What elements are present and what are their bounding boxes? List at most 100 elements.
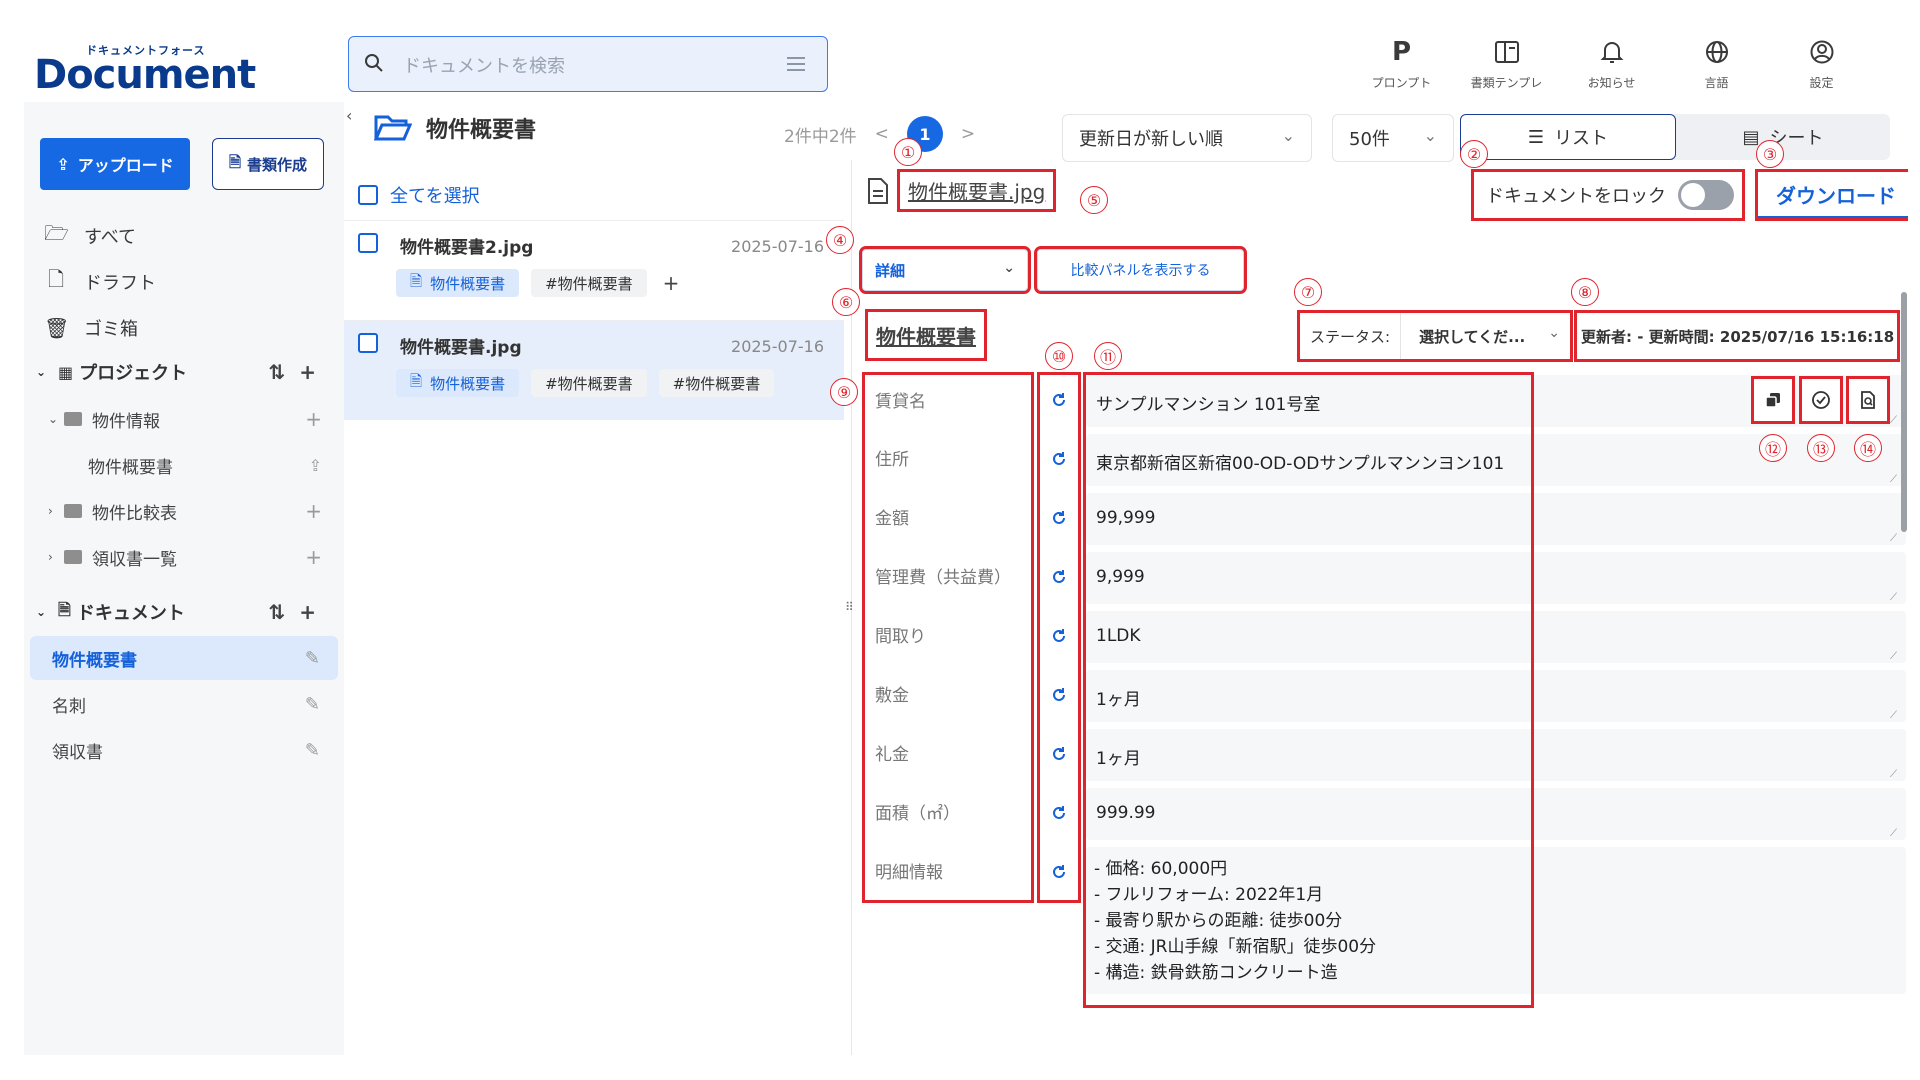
sidebar-item-label: ゴミ箱 (84, 319, 138, 340)
language-button[interactable]: 言語 (1664, 30, 1769, 100)
select-all-checkbox[interactable] (358, 185, 378, 205)
item-checkbox[interactable] (358, 233, 378, 253)
file-name[interactable]: 物件概要書.jpg (896, 169, 1057, 212)
tag-hashtag[interactable]: #物件概要書 (531, 269, 647, 297)
document-item-business-card[interactable]: 名刺 ✎ (30, 682, 338, 726)
next-page-button[interactable]: > (961, 124, 975, 144)
sort-add-icons[interactable]: ⇅+ (268, 360, 330, 384)
project-item-property-comparison[interactable]: › 物件比較表 + (24, 491, 344, 531)
refresh-icon[interactable] (1050, 804, 1068, 822)
document-item-receipt[interactable]: 領収書 ✎ (30, 728, 338, 772)
lock-switch[interactable] (1678, 180, 1734, 210)
resize-grip-icon[interactable]: ⟋ (1890, 415, 1900, 426)
sidebar-item-trash[interactable]: 🗑 ゴミ箱 (24, 306, 344, 350)
field-value-input[interactable]: 1ヶ月 (1096, 744, 1141, 769)
collapse-sidebar-icon[interactable]: ‹ (346, 106, 364, 134)
refresh-icon[interactable] (1050, 627, 1068, 645)
list-icon: ☰ (1527, 126, 1545, 148)
document-item-label: 領収書 (52, 742, 103, 763)
field-value-input[interactable]: 99,999 (1096, 508, 1155, 528)
notifications-button[interactable]: お知らせ (1559, 30, 1664, 100)
field-value-input[interactable]: 1ヶ月 (1096, 685, 1141, 710)
project-section-header[interactable]: ⌄ ▦ プロジェクト ⇅+ (24, 352, 344, 392)
upload-icon[interactable]: ⇪ (309, 456, 322, 475)
tag-document-type[interactable]: 🗎 物件概要書 (396, 269, 520, 297)
field-value-input[interactable]: 9,999 (1096, 567, 1145, 587)
sort-select[interactable]: 更新日が新しい順 ⌄ (1062, 114, 1312, 162)
folder-header: 物件概要書 (374, 112, 536, 144)
edit-icon[interactable]: ✎ (305, 694, 320, 715)
search-bar[interactable]: ドキュメントを検索 (348, 36, 828, 92)
view-list-tab[interactable]: ☰ リスト (1460, 114, 1676, 160)
refresh-icon[interactable] (1050, 686, 1068, 704)
list-item[interactable]: 物件概要書.jpg 2025-07-16 🗎 物件概要書 #物件概要書 #物件概要… (344, 320, 844, 420)
field-value-input[interactable]: 999.99 (1096, 803, 1155, 823)
prompt-button[interactable]: P プロンプト (1349, 30, 1454, 100)
chevron-down-icon: ⌄ (1423, 126, 1437, 145)
tag-hashtag[interactable]: #物件概要書 (658, 369, 775, 397)
resize-grip-icon[interactable]: ⟋ (1890, 533, 1900, 544)
detail-view-select[interactable]: 詳細 ⌄ (859, 246, 1031, 294)
annotation-10: ⑩ (1045, 342, 1073, 370)
list-item[interactable]: 物件概要書2.jpg 2025-07-16 🗎 物件概要書 #物件概要書 + (344, 220, 844, 320)
refresh-icon[interactable] (1050, 568, 1068, 586)
refresh-icon[interactable] (1050, 745, 1068, 763)
confirm-button[interactable] (1799, 376, 1843, 424)
sidebar-item-all[interactable]: 🗁 すべて (24, 214, 344, 258)
item-checkbox[interactable] (358, 333, 378, 353)
upload-button[interactable]: ⇪ アップロード (40, 138, 190, 190)
field-value-input[interactable]: 東京都新宿区新宿00-OD-ODサンプルマンンヨン101 (1096, 449, 1504, 474)
refresh-icon[interactable] (1050, 863, 1068, 881)
resize-grip-icon[interactable]: ⟋ (1890, 828, 1900, 839)
document-item-property-overview[interactable]: 物件概要書 ✎ (30, 636, 338, 680)
search-menu-icon[interactable] (787, 57, 805, 71)
project-item-receipts[interactable]: › 領収書一覧 + (24, 537, 344, 577)
project-item-property-overview[interactable]: 物件概要書 ⇪ (24, 445, 344, 485)
refresh-icon[interactable] (1050, 391, 1068, 409)
settings-button[interactable]: 設定 (1769, 30, 1874, 100)
resize-grip-icon[interactable]: ⟋ (1890, 769, 1900, 780)
search-input[interactable]: ドキュメントを検索 (403, 52, 565, 78)
document-item-label: 名刺 (52, 696, 86, 717)
per-page-select[interactable]: 50件 ⌄ (1332, 114, 1454, 162)
notifications-label: お知らせ (1587, 76, 1636, 90)
edit-icon[interactable]: ✎ (305, 740, 320, 761)
lock-document-toggle[interactable]: ドキュメントをロック (1471, 169, 1745, 221)
resize-grip-icon[interactable]: ⟋ (1890, 710, 1900, 721)
create-document-button[interactable]: 🗎 書類作成 (212, 138, 324, 190)
resize-grip-icon[interactable]: ⟋ (1890, 474, 1900, 485)
tag-label: 物件概要書 (430, 274, 506, 293)
add-tag-button[interactable]: + (659, 269, 680, 297)
select-all[interactable]: 全てを選択 (358, 182, 480, 208)
tag-hashtag[interactable]: #物件概要書 (531, 369, 647, 397)
sidebar-item-draft[interactable]: 🗋 ドラフト (24, 260, 344, 304)
show-compare-panel-button[interactable]: 比較パネルを表示する (1034, 246, 1247, 294)
field-value-input[interactable]: サンプルマンション 101号室 (1096, 390, 1320, 415)
chevron-down-icon: ⌄ (36, 605, 47, 619)
document-section-header[interactable]: ⌄ 🗎 ドキュメント ⇅+ (24, 592, 344, 632)
create-document-label: 書類作成 (247, 155, 308, 174)
refresh-icon[interactable] (1050, 450, 1068, 468)
template-button[interactable]: 書類テンプレ (1454, 30, 1559, 100)
refresh-icon[interactable] (1050, 509, 1068, 527)
download-button[interactable]: ダウンロード (1755, 169, 1908, 221)
field-value-input[interactable]: 1LDK (1096, 626, 1141, 646)
app-logo[interactable]: ドキュメントフォース Document Force (34, 40, 344, 144)
detail-scrollbar[interactable] (1901, 292, 1907, 532)
tag-document-type[interactable]: 🗎 物件概要書 (396, 369, 520, 397)
project-item-label: 物件概要書 (88, 457, 173, 478)
resize-grip-icon[interactable]: ⟋ (1890, 592, 1900, 603)
resize-grip-icon[interactable]: ⟋ (1890, 651, 1900, 662)
edit-icon[interactable]: ✎ (305, 648, 320, 669)
sort-add-icons[interactable]: ⇅+ (268, 600, 330, 624)
add-icon[interactable]: + (305, 499, 322, 523)
add-icon[interactable]: + (305, 545, 322, 569)
resize-handle[interactable]: ⠿ (845, 600, 854, 614)
prev-page-button[interactable]: < (875, 124, 889, 144)
add-icon[interactable]: + (305, 407, 322, 431)
search-in-document-button[interactable] (1846, 376, 1890, 424)
status-select[interactable]: ステータス: 選択してくだ... ⌄ (1297, 310, 1573, 362)
project-item-property-info[interactable]: ⌄ 物件情報 + (24, 399, 344, 439)
copy-button[interactable] (1751, 376, 1795, 424)
detail-info-textarea[interactable]: - 価格: 60,000円 - フルリフォーム: 2022年1月 - 最寄り駅か… (1094, 856, 1376, 986)
